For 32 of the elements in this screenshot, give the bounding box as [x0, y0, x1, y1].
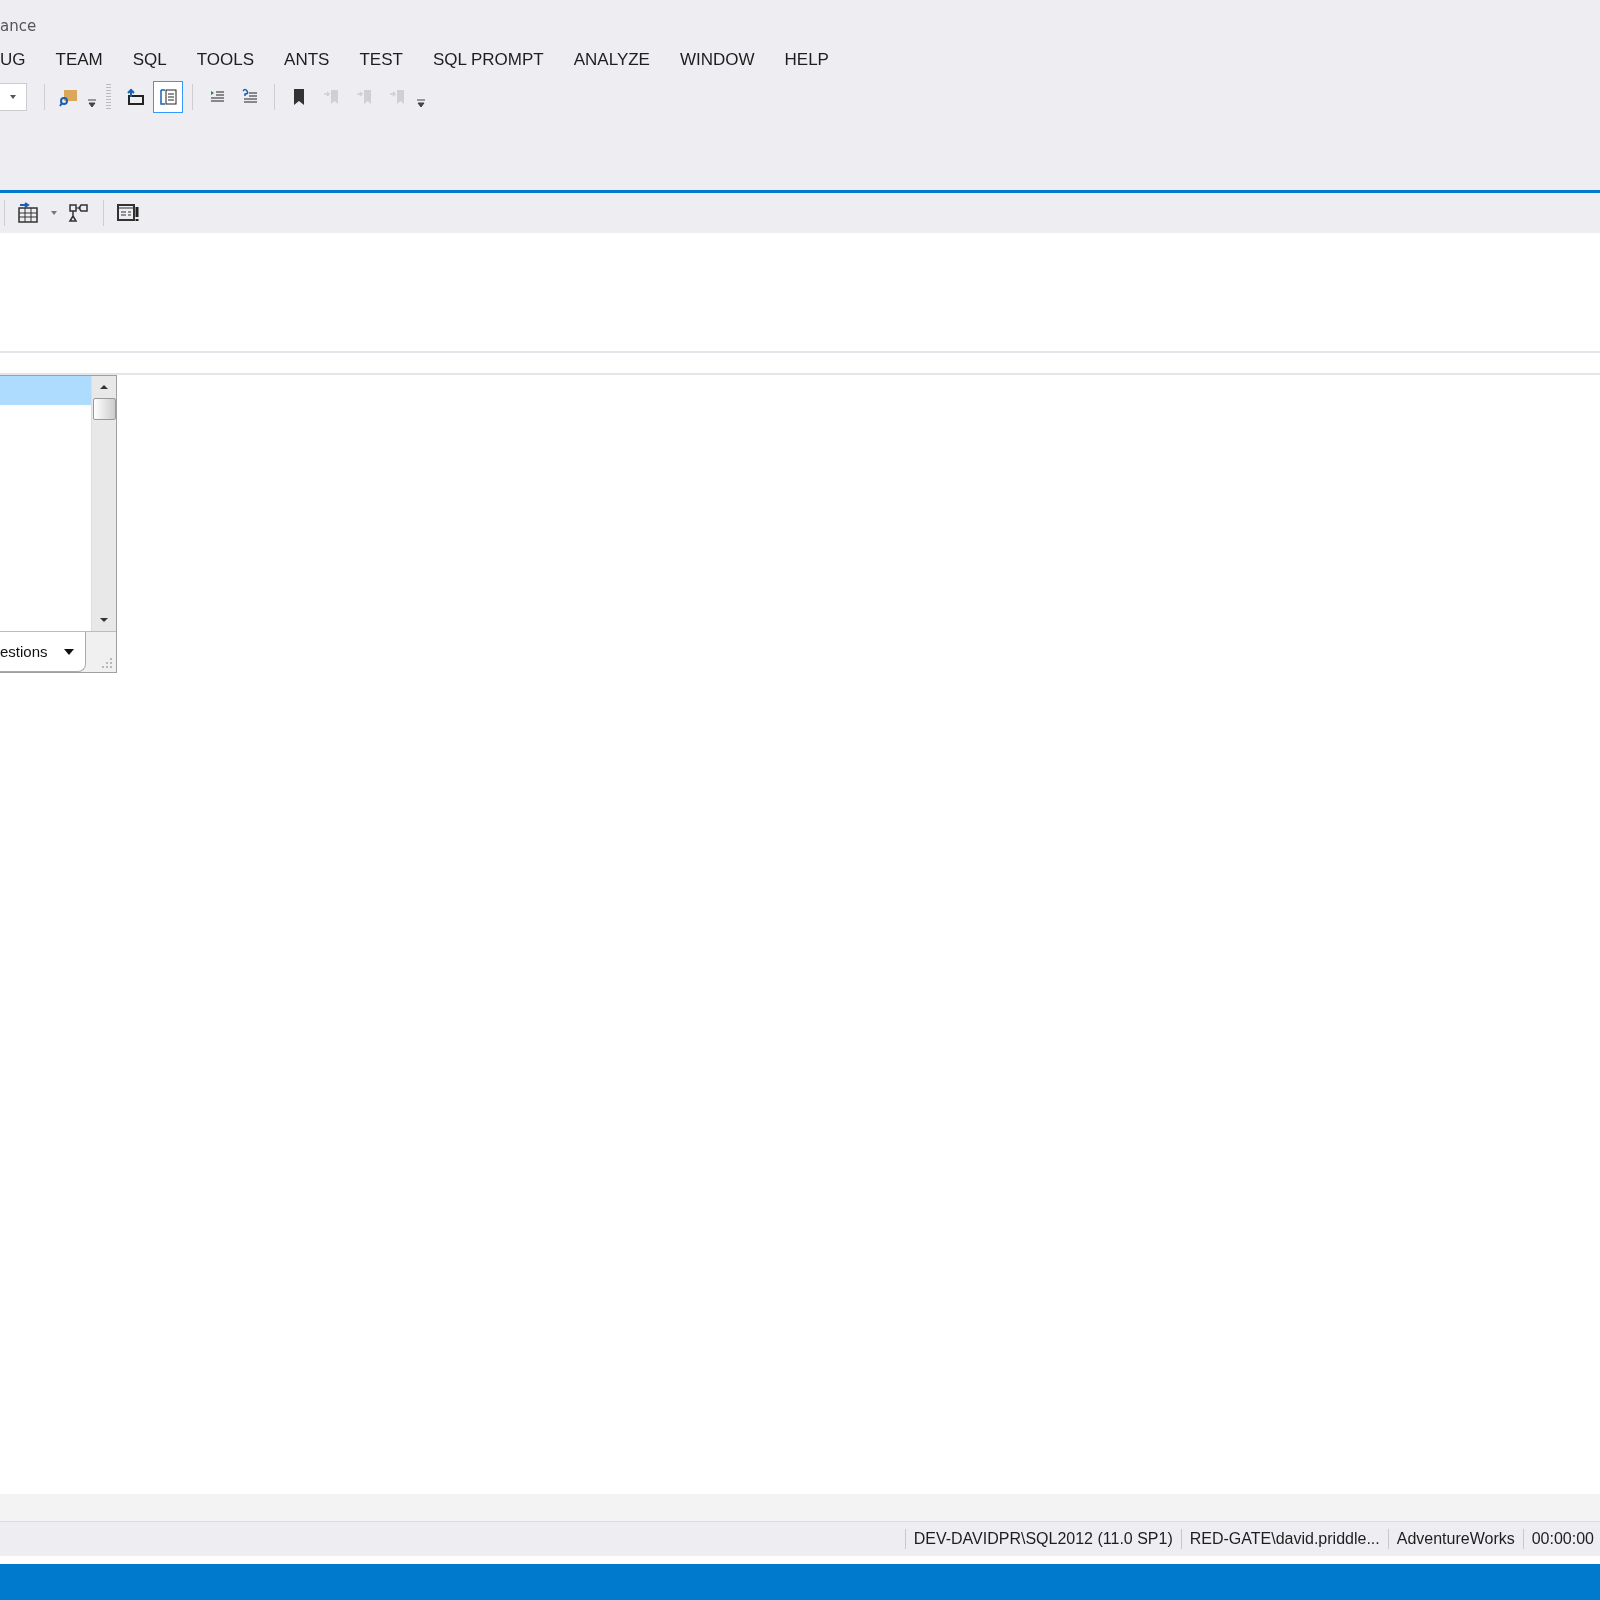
panel-arrow-icon[interactable] [125, 87, 145, 107]
menu-item[interactable]: SQL [117, 50, 182, 70]
suggestions-filter-tab[interactable]: estions [0, 632, 86, 672]
overflow-caret-icon[interactable] [87, 96, 97, 108]
status-item: RED-GATE\david.priddle... [1189, 1530, 1380, 1548]
caret-icon[interactable] [49, 210, 59, 216]
menu-item[interactable]: HELP [769, 50, 844, 70]
resize-grip-icon[interactable] [100, 656, 114, 670]
window-title: ance [0, 16, 38, 37]
folder-search-icon[interactable] [59, 87, 79, 107]
scrollbar[interactable] [91, 376, 116, 631]
menu-item[interactable]: ANALYZE [558, 50, 665, 70]
diagram-icon[interactable] [67, 202, 91, 224]
menu-item[interactable]: TEST [344, 50, 418, 70]
menu-item[interactable]: ANTS [269, 50, 345, 70]
scroll-down-icon[interactable] [99, 617, 109, 623]
message-window-icon[interactable] [116, 202, 140, 224]
grid-results-icon[interactable] [17, 202, 41, 224]
scroll-thumb[interactable] [92, 398, 116, 420]
results-pane-icon[interactable] [158, 87, 178, 107]
dropdown-caret-icon[interactable] [63, 647, 75, 656]
menu-item[interactable]: SQL PROMPT [417, 50, 559, 70]
scroll-up-icon[interactable] [99, 384, 109, 390]
status-item: 00:00:00 [1531, 1530, 1594, 1548]
menu-item[interactable]: UG [0, 50, 41, 70]
status-item: AdventureWorks [1396, 1530, 1515, 1548]
overflow-caret-icon[interactable] [416, 96, 426, 108]
menu-item[interactable]: WINDOW [664, 50, 770, 70]
results-pane-button[interactable] [153, 81, 183, 113]
status-item: DEV-DAVIDPR\SQL2012 (11.0 SP1) [913, 1530, 1173, 1548]
menu-item[interactable]: TOOLS [181, 50, 270, 70]
menu-item[interactable]: TEAM [40, 50, 118, 70]
